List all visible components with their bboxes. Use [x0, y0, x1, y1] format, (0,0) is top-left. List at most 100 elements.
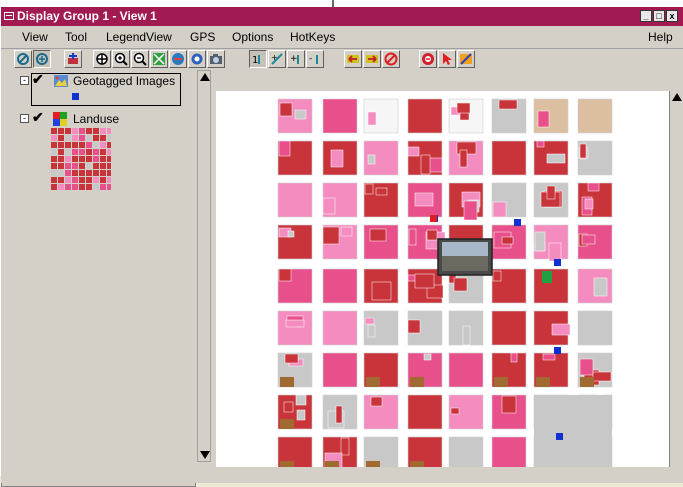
maximize-button[interactable]: □	[653, 10, 665, 22]
menu-view[interactable]: View	[22, 30, 48, 44]
map-hscrollbar[interactable]	[1, 469, 683, 483]
expand-toggle-landuse[interactable]: -	[20, 114, 29, 123]
city-block[interactable]	[491, 268, 527, 304]
menu-help[interactable]: Help	[648, 30, 673, 44]
zoom-out-icon[interactable]	[131, 50, 149, 68]
identify-icon[interactable]	[33, 50, 51, 68]
panel-splitter[interactable]	[196, 70, 216, 462]
zoom-layer-icon[interactable]	[169, 50, 187, 68]
zoom-in-icon[interactable]	[112, 50, 130, 68]
city-block[interactable]	[448, 352, 484, 388]
city-block[interactable]	[577, 224, 613, 260]
photo-thumbnail[interactable]	[437, 238, 493, 276]
pointer-icon[interactable]	[438, 50, 456, 68]
city-block[interactable]	[322, 140, 358, 176]
city-block[interactable]	[277, 98, 313, 134]
clear-icon[interactable]	[382, 50, 400, 68]
map-vscrollbar[interactable]	[669, 91, 683, 467]
city-block[interactable]	[448, 98, 484, 134]
city-block[interactable]	[322, 224, 358, 260]
city-block[interactable]	[407, 310, 443, 346]
city-block[interactable]	[491, 310, 527, 346]
city-block[interactable]	[448, 140, 484, 176]
city-block[interactable]	[448, 394, 484, 430]
city-block[interactable]	[363, 224, 399, 260]
city-block[interactable]	[491, 352, 527, 388]
city-block[interactable]	[577, 352, 613, 388]
geotag-point[interactable]	[554, 259, 561, 266]
city-block[interactable]	[277, 140, 313, 176]
close-button[interactable]: x	[666, 10, 678, 22]
menu-options[interactable]: Options	[232, 30, 273, 44]
city-block[interactable]	[322, 394, 358, 430]
menu-gps[interactable]: GPS	[190, 30, 215, 44]
city-block[interactable]	[448, 436, 484, 467]
city-block[interactable]	[448, 310, 484, 346]
city-block[interactable]	[533, 140, 569, 176]
city-block[interactable]	[407, 352, 443, 388]
city-block[interactable]	[491, 224, 527, 260]
back-icon[interactable]	[344, 50, 362, 68]
layer-visibility-landuse[interactable]: ✔	[32, 109, 44, 126]
city-block[interactable]	[277, 310, 313, 346]
city-block[interactable]	[577, 98, 613, 134]
park-parcel[interactable]	[542, 271, 552, 283]
expand-toggle-geotagged[interactable]: -	[20, 76, 29, 85]
city-block[interactable]	[363, 140, 399, 176]
open-lot[interactable]	[534, 395, 612, 467]
add-layer-icon[interactable]	[64, 50, 82, 68]
point-tool-icon[interactable]: +	[268, 50, 286, 68]
city-block[interactable]	[491, 98, 527, 134]
city-block[interactable]	[277, 436, 313, 467]
city-block[interactable]	[363, 310, 399, 346]
scroll-down-icon[interactable]	[200, 451, 210, 459]
draw-icon[interactable]	[457, 50, 475, 68]
snapshot-icon[interactable]	[207, 50, 225, 68]
city-block[interactable]	[533, 98, 569, 134]
city-block[interactable]	[577, 140, 613, 176]
city-block[interactable]	[491, 394, 527, 430]
city-block[interactable]	[407, 140, 443, 176]
city-block[interactable]	[407, 98, 443, 134]
city-block[interactable]	[363, 352, 399, 388]
city-block[interactable]	[277, 352, 313, 388]
city-block[interactable]	[407, 182, 443, 218]
layer-visibility-geotagged[interactable]: ✔	[32, 71, 44, 88]
city-block[interactable]	[322, 352, 358, 388]
city-block[interactable]	[322, 98, 358, 134]
city-block[interactable]	[407, 436, 443, 467]
menu-legendview[interactable]: LegendView	[106, 30, 172, 44]
city-block[interactable]	[407, 394, 443, 430]
menu-hotkeys[interactable]: HotKeys	[290, 30, 335, 44]
city-block[interactable]	[448, 182, 484, 221]
city-block[interactable]	[491, 140, 527, 176]
city-block[interactable]	[577, 268, 613, 304]
city-block[interactable]	[533, 224, 569, 262]
menu-tool[interactable]: Tool	[65, 30, 87, 44]
city-block[interactable]	[322, 436, 358, 467]
city-block[interactable]	[577, 310, 613, 346]
city-block[interactable]	[322, 268, 358, 304]
title-bar[interactable]: Display Group 1 - View 1 _ □ x	[1, 7, 683, 26]
legend-vscrollbar[interactable]	[197, 70, 211, 462]
city-block[interactable]	[277, 224, 313, 260]
city-block[interactable]	[577, 182, 613, 218]
geotag-point[interactable]	[556, 433, 563, 440]
landuse-map[interactable]	[216, 91, 669, 467]
forward-icon[interactable]	[363, 50, 381, 68]
city-block[interactable]	[363, 182, 399, 218]
map-scroll-up-icon[interactable]	[672, 93, 682, 101]
city-block[interactable]	[277, 182, 313, 218]
city-block[interactable]	[491, 182, 527, 218]
map-canvas[interactable]	[216, 91, 669, 467]
pan-icon[interactable]	[93, 50, 111, 68]
window-menu-icon[interactable]	[4, 12, 14, 20]
city-block[interactable]	[322, 182, 358, 218]
geotag-point[interactable]	[514, 219, 521, 226]
selected-point[interactable]	[430, 215, 437, 222]
city-block[interactable]	[491, 436, 527, 467]
select-icon[interactable]	[14, 50, 32, 68]
city-block[interactable]	[533, 182, 569, 218]
line-tool-icon[interactable]: +	[287, 50, 305, 68]
measure-icon[interactable]: 1	[249, 50, 267, 68]
